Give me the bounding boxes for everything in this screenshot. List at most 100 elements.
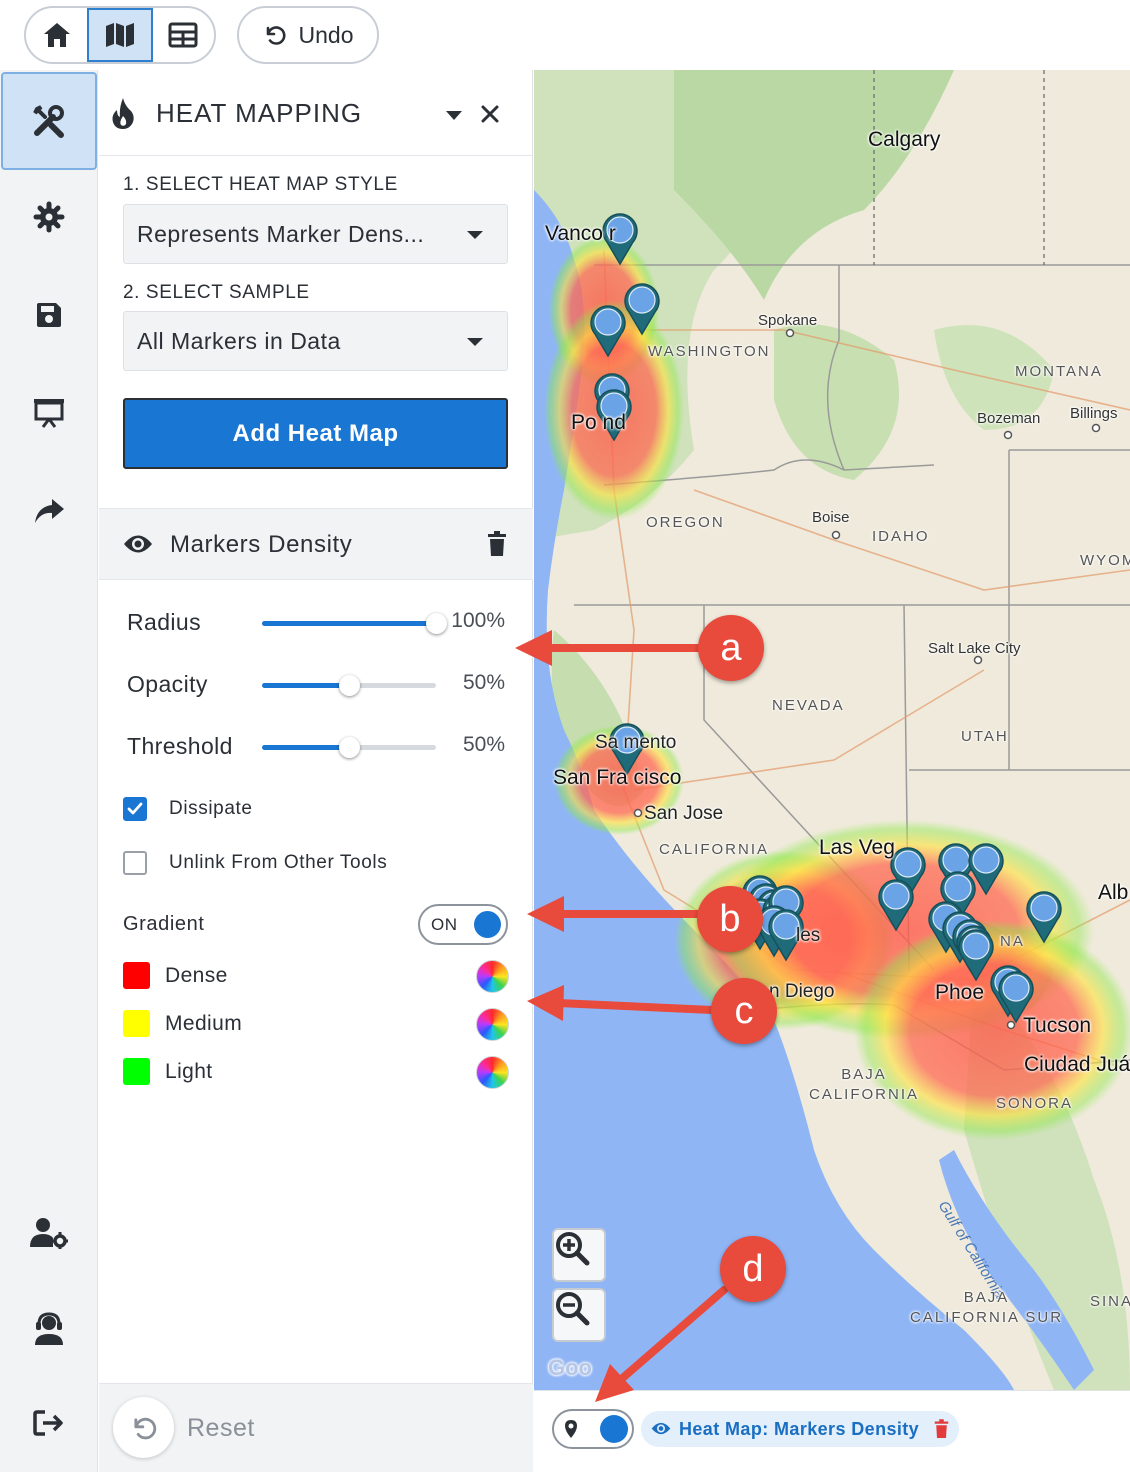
light-swatch[interactable] — [123, 1058, 150, 1085]
map-marker[interactable] — [624, 283, 660, 336]
opacity-slider-thumb[interactable] — [339, 675, 360, 696]
opacity-slider-row: Opacity 50% — [99, 665, 533, 705]
callout-a: a — [698, 615, 764, 681]
opacity-slider[interactable] — [262, 675, 436, 696]
map-label-billings: Billings — [1070, 405, 1118, 422]
gradient-toggle[interactable]: ON — [418, 904, 508, 945]
marker-layer — [590, 213, 1062, 1024]
sample-select[interactable]: All Markers in Data — [123, 311, 508, 371]
map-marker[interactable] — [878, 879, 914, 932]
undo-label: Undo — [298, 21, 354, 48]
rail-logout[interactable] — [0, 1374, 98, 1472]
rail-save[interactable] — [0, 266, 98, 364]
close-icon[interactable] — [481, 105, 499, 123]
map-label-bozeman: Bozeman — [977, 410, 1041, 427]
top-toolbar: Undo — [0, 0, 1130, 70]
map-label-phoenix: Phoe — [935, 981, 985, 1004]
add-heat-map-button[interactable]: Add Heat Map — [123, 398, 508, 469]
unlink-checkbox[interactable] — [123, 851, 147, 875]
map-label-san-jose: San Jose — [644, 803, 724, 824]
map-label-spokane: Spokane — [758, 312, 818, 329]
layer-chip-label: Heat Map: Markers Density — [679, 1418, 920, 1439]
eye-icon[interactable] — [651, 1421, 671, 1436]
color-row-light: Light — [123, 1056, 509, 1089]
map-label-sinaloa: SINA — [1090, 1293, 1130, 1310]
opacity-value: 50% — [462, 671, 505, 694]
gradient-toggle-text: ON — [431, 915, 458, 934]
threshold-slider-row: Threshold 50% — [99, 727, 533, 767]
map-label-san-francisco: San Fra cisco — [553, 766, 682, 789]
undo-button[interactable]: Undo — [237, 6, 379, 64]
heat-mapping-panel: HEAT MAPPING 1. SELECT HEAT MAP STYLE Re… — [99, 70, 533, 1472]
reset-icon — [133, 1417, 156, 1439]
map-label-las-vegas: Las Veg — [819, 836, 895, 859]
dense-label: Dense — [165, 964, 228, 987]
view-switcher — [24, 6, 216, 64]
map-label-boise: Boise — [812, 509, 850, 526]
map-canvas[interactable]: Calgary Vanco r Spokane WASHINGTON MONTA… — [534, 70, 1130, 1390]
rail-support[interactable] — [0, 1280, 98, 1378]
threshold-slider-thumb[interactable] — [339, 737, 360, 758]
zoom-out-icon — [556, 1292, 590, 1326]
tools-icon — [33, 105, 64, 138]
trash-icon[interactable] — [487, 531, 507, 557]
check-icon — [127, 802, 143, 815]
dissipate-checkbox[interactable] — [123, 797, 147, 821]
map-marker[interactable] — [958, 929, 994, 982]
eye-icon[interactable] — [123, 533, 153, 555]
radius-slider[interactable] — [262, 613, 447, 634]
rail-user-settings[interactable] — [0, 1184, 98, 1282]
collapse-chevron-icon[interactable] — [446, 111, 462, 120]
opacity-slider-fill — [262, 683, 349, 688]
map-label-idaho: IDAHO — [872, 528, 930, 545]
gear-icon — [33, 201, 65, 233]
color-wheel-icon[interactable] — [476, 1056, 509, 1089]
map-label-california: CALIFORNIA — [659, 841, 770, 858]
rail-tools[interactable] — [1, 72, 97, 170]
reset-button[interactable] — [113, 1397, 174, 1458]
map-label-vancouver: Vanco r — [545, 222, 616, 245]
map-marker[interactable] — [1026, 891, 1062, 944]
rail-share[interactable] — [0, 462, 98, 560]
rail-settings[interactable] — [0, 168, 98, 266]
step1-label: 1. SELECT HEAT MAP STYLE — [123, 174, 398, 195]
step2-label: 2. SELECT SAMPLE — [123, 282, 310, 303]
home-view-button[interactable] — [26, 8, 87, 62]
medium-label: Medium — [165, 1012, 243, 1035]
heat-map-layer-chip[interactable]: Heat Map: Markers Density — [641, 1411, 960, 1447]
trash-icon[interactable] — [934, 1419, 949, 1439]
support-icon — [35, 1312, 63, 1345]
markers-toggle[interactable] — [552, 1409, 634, 1449]
gradient-label: Gradient — [123, 913, 205, 935]
zoom-out-button[interactable] — [552, 1288, 606, 1342]
radius-slider-fill — [262, 621, 436, 626]
map-label-montana: MONTANA — [1015, 363, 1103, 380]
home-icon — [43, 23, 70, 47]
map-label-oregon: OREGON — [646, 514, 725, 531]
reset-label: Reset — [187, 1414, 255, 1442]
threshold-slider[interactable] — [262, 737, 436, 758]
zoom-in-icon — [556, 1232, 590, 1266]
dissipate-row: Dissipate — [123, 795, 253, 823]
map-view-button[interactable] — [87, 8, 153, 62]
heat-map-style-select[interactable]: Represents Marker Dens... — [123, 204, 508, 264]
callout-d: d — [720, 1236, 786, 1302]
dense-swatch[interactable] — [123, 962, 150, 989]
left-rail — [0, 70, 98, 1472]
chevron-down-icon — [467, 338, 483, 346]
rail-presentation[interactable] — [0, 364, 98, 462]
map-label-salt-lake-city: Salt Lake City — [928, 640, 1021, 657]
threshold-slider-fill — [262, 745, 349, 750]
presentation-icon — [34, 399, 64, 428]
map-label-wyoming: WYOM — [1080, 552, 1130, 569]
map-marker[interactable] — [590, 305, 626, 358]
zoom-in-button[interactable] — [552, 1228, 606, 1282]
table-view-button[interactable] — [153, 8, 214, 62]
radius-slider-thumb[interactable] — [426, 613, 447, 634]
color-wheel-icon[interactable] — [476, 1008, 509, 1041]
panel-title: HEAT MAPPING — [156, 98, 363, 128]
medium-swatch[interactable] — [123, 1010, 150, 1037]
undo-icon — [266, 26, 286, 45]
color-wheel-icon[interactable] — [476, 960, 509, 993]
map-label-albuquerque: Alb — [1098, 881, 1129, 904]
